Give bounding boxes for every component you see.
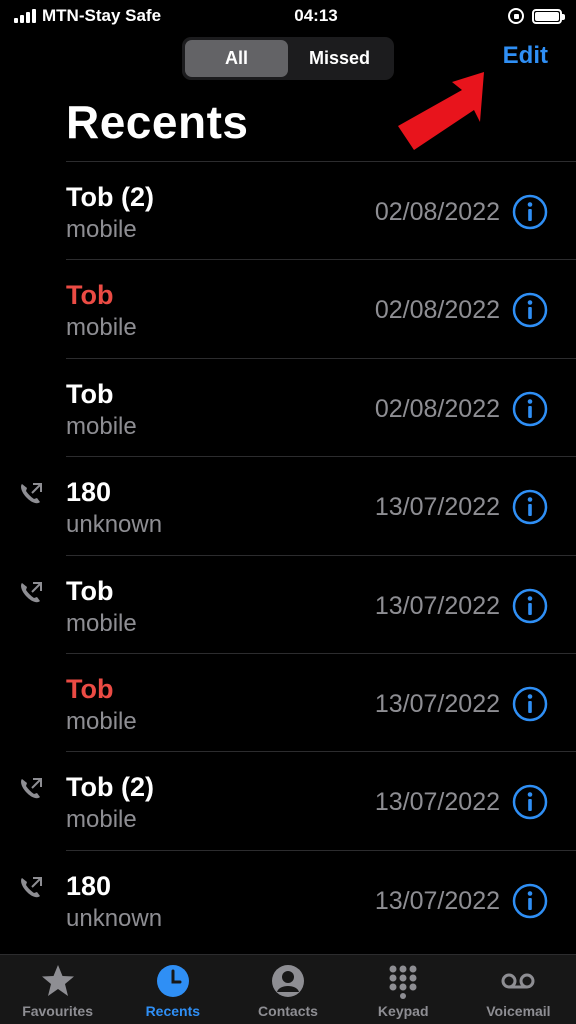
status-bar: MTN-Stay Safe 04:13 [0,0,576,32]
caller-name: 180 [66,870,112,901]
call-date: 13/07/2022 [374,689,500,718]
caller-name: Tob (2) [66,182,154,212]
call-type: unknown [66,511,163,539]
info-icon[interactable] [512,883,548,919]
info-icon[interactable] [512,292,548,328]
call-date: 02/08/2022 [374,198,500,226]
page-title: Recents [66,96,249,148]
call-date: 13/07/2022 [374,591,500,620]
caller-name: Tob (2) [66,772,154,803]
caller-name: 180 [66,477,112,508]
outgoing-call-icon [18,580,44,604]
carrier-label: MTN-Stay Safe [42,6,162,25]
star-icon [41,965,74,996]
call-row[interactable]: Tob mobile 13/07/2022 [66,652,576,751]
segment-missed[interactable]: Missed [288,40,391,77]
call-row[interactable]: Tob (2) mobile 13/07/2022 [21,751,576,849]
outgoing-call-icon [18,875,44,899]
outgoing-call-icon [18,481,44,505]
tab-contacts[interactable]: Contacts [230,955,345,1024]
call-type: mobile [66,609,137,637]
tab-label: Recents [145,1003,201,1019]
caller-name: Tob [66,575,114,606]
signal-icon [14,9,36,23]
tab-keypad[interactable]: Keypad [346,955,461,1024]
call-type: mobile [66,412,137,440]
tab-label: Favourites [22,1003,93,1019]
call-row[interactable]: Tob mobile 02/08/2022 [66,357,576,456]
call-row[interactable]: Tob (2) mobile 02/08/2022 [66,161,576,259]
info-icon[interactable] [512,489,548,525]
info-icon[interactable] [512,686,548,722]
call-type: unknown [66,904,163,932]
recents-list: Tob (2) mobile 02/08/2022 Tob mobile 02/08/20… [0,161,576,948]
battery-icon [532,8,565,24]
call-row[interactable]: Tob mobile 13/07/2022 [21,554,576,653]
info-icon[interactable] [512,194,548,230]
call-row[interactable]: Tob mobile 02/08/2022 [66,259,576,357]
call-date: 13/07/2022 [374,886,500,915]
tab-label: Contacts [258,1003,318,1019]
call-row[interactable]: 180 unknown 13/07/2022 [21,849,576,948]
call-date: 13/07/2022 [374,493,500,522]
tab-voicemail[interactable]: Voicemail [461,955,576,1024]
rotation-lock-icon [508,8,524,24]
call-date: 02/08/2022 [374,296,500,325]
call-type: mobile [66,216,137,243]
call-date: 02/08/2022 [374,394,500,423]
person-icon [272,965,304,997]
call-type: mobile [66,707,137,735]
segment-all[interactable]: All [185,40,288,77]
keypad-icon [389,965,417,999]
call-filter-segmented-control[interactable]: All Missed [182,37,394,80]
tab-recents[interactable]: Recents [115,955,230,1024]
edit-button[interactable]: Edit [503,42,548,70]
status-time: 04:13 [294,6,338,25]
clock-icon [156,965,189,997]
info-icon[interactable] [512,784,548,820]
status-right [472,8,565,24]
call-row[interactable]: 180 unknown 13/07/2022 [21,456,576,554]
caller-name: Tob [66,673,114,704]
tab-label: Voicemail [486,1003,551,1019]
caller-name: Tob [66,378,114,409]
call-date: 13/07/2022 [374,788,500,817]
call-type: mobile [66,314,137,342]
annotation-arrow-icon [398,72,484,150]
caller-name: Tob [66,280,114,311]
voicemail-icon [501,973,535,989]
info-icon[interactable] [512,391,548,427]
status-left: MTN-Stay Safe [14,6,214,26]
tab-bar: Favourites Recents Contacts Keypad Voice… [0,954,576,1024]
tab-favourites[interactable]: Favourites [0,955,115,1024]
tab-label: Keypad [377,1003,429,1019]
info-icon[interactable] [512,588,548,624]
call-type: mobile [66,806,137,834]
outgoing-call-icon [18,776,44,800]
